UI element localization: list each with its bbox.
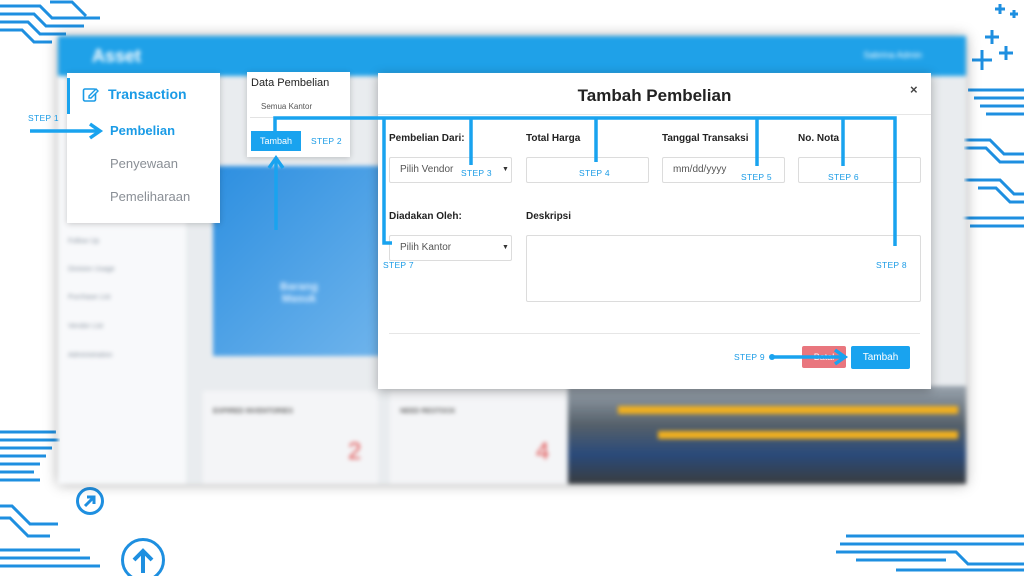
tutorial-stage: Asset Sabrina Admin Follow Up Division U… <box>0 0 1024 576</box>
step-5-label: STEP 5 <box>741 172 772 182</box>
step-7-bracket <box>382 118 392 245</box>
steps-bracket <box>273 116 897 246</box>
step-3-label: STEP 3 <box>461 168 492 178</box>
step-7-label: STEP 7 <box>383 260 414 270</box>
step-2-label: STEP 2 <box>311 136 342 146</box>
step-1-label: STEP 1 <box>28 113 59 123</box>
step-9-dot <box>769 354 775 360</box>
step-8-label: STEP 8 <box>876 260 907 270</box>
step-9-label: STEP 9 <box>734 352 765 362</box>
step-6-label: STEP 6 <box>828 172 859 182</box>
step-4-label: STEP 4 <box>579 168 610 178</box>
step-annotation-lines <box>30 116 897 366</box>
